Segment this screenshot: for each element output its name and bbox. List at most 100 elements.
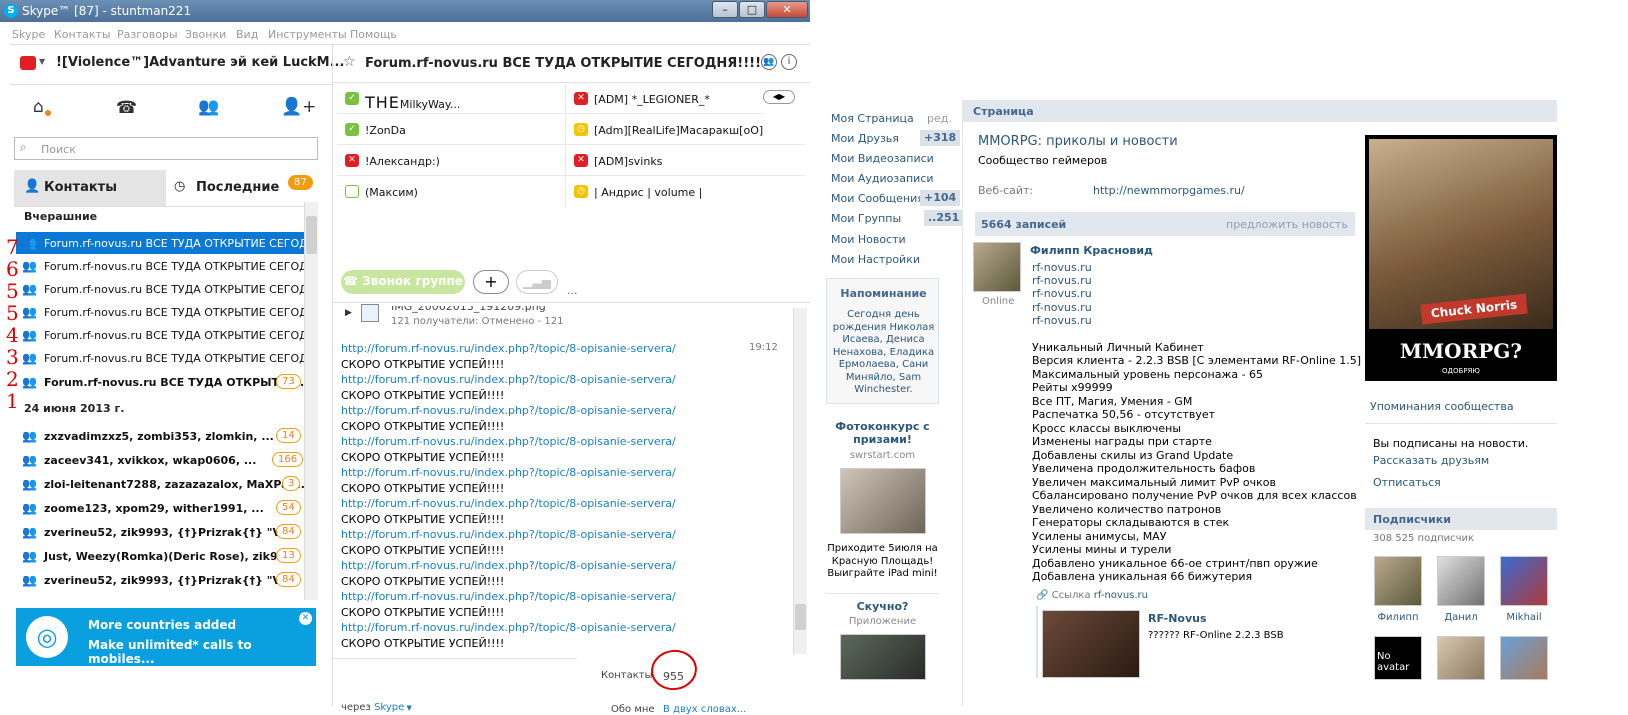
list-item[interactable]: 👥 zloi-leitenant7288, zazazazalox, MaXPar… — [16, 472, 304, 496]
list-item[interactable]: 👥 Forum.rf-novus.ru ВСЕ ТУДА ОТКРЫТИЕ СЕГ… — [16, 232, 304, 254]
vk-mentions-link[interactable]: Упоминания сообщества — [1370, 400, 1514, 413]
vk-post-link[interactable]: rf-novus.ru — [1032, 274, 1092, 287]
list-item[interactable]: 👥 Forum.rf-novus.ru ВСЕ ТУДА ОТКРЫТИЕ СЕГ… — [16, 324, 304, 346]
more-icon[interactable]: ... — [567, 284, 578, 297]
message-link[interactable]: http://forum.rf-novus.ru/index.php?/topi… — [341, 497, 676, 510]
vk-subscriber-avatar[interactable] — [1374, 556, 1422, 606]
vk-subscriber-avatar[interactable]: No avatar — [1374, 636, 1422, 680]
minimize-button[interactable]: – — [712, 1, 738, 18]
participant[interactable]: (Максим) — [337, 177, 565, 207]
list-item[interactable]: 👥 Forum.rf-novus.ru ВСЕ ТУДА ОТКРЫТИЕ... — [16, 371, 304, 393]
vk-menu-videos[interactable]: Мои Видеозаписи — [831, 152, 934, 165]
list-item[interactable]: 👥 zverineu52, zik9993, {†}Prizrak{†} "VL.… — [16, 568, 304, 592]
vk-menu-friends[interactable]: Мои Друзья — [831, 132, 899, 145]
list-item[interactable]: 👥 Just, Weezy(Romka)(Deric Rose), zik99..… — [16, 544, 304, 568]
vk-suggest-link[interactable]: предложить новость — [1226, 218, 1348, 231]
vk-group-poster[interactable]: Chuck Norris MMORPG? ОДОБРЯЮ — [1365, 135, 1557, 381]
close-icon[interactable]: ✕ — [299, 612, 312, 625]
vk-contest-image[interactable] — [840, 468, 926, 534]
vk-website-link[interactable]: http://newmmorpgames.ru/ — [1093, 184, 1245, 197]
vk-menu-news[interactable]: Мои Новости — [831, 233, 906, 246]
message-link[interactable]: http://forum.rf-novus.ru/index.php?/topi… — [341, 404, 676, 417]
tab-contacts[interactable]: 👤 Контакты — [14, 170, 166, 206]
vk-subscriber-name[interactable]: Данил — [1437, 612, 1485, 623]
vk-subscriber-avatar[interactable] — [1437, 636, 1485, 680]
participant[interactable]: ◷ [Adm][RealLife]Масаракш[oO] — [565, 115, 805, 145]
search-input[interactable]: Поиск — [14, 137, 318, 160]
vk-subscriber-name[interactable]: Mikhail — [1500, 612, 1548, 623]
status-icon[interactable] — [20, 56, 36, 70]
list-item[interactable]: 👥 Forum.rf-novus.ru ВСЕ ТУДА ОТКРЫТИЕ СЕГ… — [16, 255, 304, 277]
add-participant-button[interactable]: + — [473, 270, 509, 294]
vk-menu-messages[interactable]: Мои Сообщения — [831, 192, 924, 205]
message-link[interactable]: http://forum.rf-novus.ru/index.php?/topi… — [341, 621, 676, 634]
vk-reminder-text[interactable]: Сегодня день рождения Николая Исаева, Дени… — [827, 309, 940, 397]
vk-share-title[interactable]: RF-Novus — [1148, 612, 1207, 625]
maximize-button[interactable]: □ — [739, 1, 765, 18]
home-icon[interactable]: ⌂ — [33, 97, 44, 117]
vk-post-link[interactable]: rf-novus.ru — [1032, 314, 1092, 327]
vk-edit-link[interactable]: ред. — [927, 112, 952, 125]
participants-icon[interactable]: 👥 — [761, 54, 777, 70]
expand-icon[interactable]: ▶ — [345, 308, 352, 318]
group-call-button[interactable]: ☎ Звонок группе — [341, 270, 465, 294]
participant[interactable]: ✓ THEMilkyWay... — [337, 84, 565, 114]
scrollbar-thumb[interactable] — [795, 604, 806, 630]
message-link[interactable]: http://forum.rf-novus.ru/index.php?/topi… — [341, 373, 676, 386]
participant[interactable]: ◷ | Андрис | volume | — [565, 177, 805, 207]
menu-calls[interactable]: Звонки — [185, 28, 226, 41]
vk-tell-friends-link[interactable]: Рассказать друзьям — [1373, 454, 1489, 467]
promo-banner[interactable]: ◎ More countries added Make unlimited* c… — [16, 608, 316, 666]
message-link[interactable]: http://forum.rf-novus.ru/index.php?/topi… — [341, 435, 676, 448]
vk-share-image[interactable] — [1042, 610, 1140, 678]
list-item[interactable]: 👥 zoome123, xpom29, wither1991, ... — [16, 496, 304, 520]
contacts-scrollbar[interactable] — [304, 202, 318, 600]
vk-app-image[interactable] — [840, 634, 926, 680]
vk-subscriber-avatar[interactable] — [1437, 556, 1485, 606]
menu-conversations[interactable]: Разговоры — [117, 28, 178, 41]
group-contacts-icon[interactable]: 👥 — [198, 97, 219, 117]
message-link[interactable]: http://forum.rf-novus.ru/index.php?/topi… — [341, 590, 676, 603]
status-dropdown-icon[interactable]: ▼ — [39, 57, 45, 66]
vk-post-author[interactable]: Филипп Красновид — [1030, 244, 1153, 257]
message-link[interactable]: http://forum.rf-novus.ru/index.php?/topi… — [341, 559, 676, 572]
profile-name[interactable]: ![Violence™]Advanture эй кей LuckM... — [56, 55, 344, 70]
menu-help[interactable]: Помощь — [350, 28, 397, 41]
message-link[interactable]: http://forum.rf-novus.ru/index.php?/topi… — [341, 342, 676, 355]
participant[interactable]: ✕ !Александр:) — [337, 146, 565, 176]
menu-skype[interactable]: Skype — [12, 28, 45, 41]
info-icon[interactable]: i — [781, 54, 797, 70]
list-item[interactable]: 👥 Forum.rf-novus.ru ВСЕ ТУДА ОТКРЫТИЕ СЕГ… — [16, 347, 304, 369]
scrollbar-thumb[interactable] — [306, 216, 317, 254]
via-skype-link[interactable]: Skype — [374, 702, 404, 713]
vk-post-link[interactable]: rf-novus.ru — [1032, 301, 1092, 314]
vk-ref-link[interactable]: rf-novus.ru — [1094, 590, 1148, 601]
vk-author-avatar[interactable] — [973, 242, 1021, 292]
vk-menu-audio[interactable]: Мои Аудиозаписи — [831, 172, 934, 185]
vk-contest-title[interactable]: Фотоконкурс с призами! — [826, 420, 939, 446]
message-link[interactable]: http://forum.rf-novus.ru/index.php?/topi… — [341, 466, 676, 479]
vk-menu-my-page[interactable]: Моя Страница — [831, 112, 914, 125]
vk-subscriber-avatar[interactable] — [1500, 636, 1548, 680]
vk-boring-title[interactable]: Скучно? — [826, 600, 939, 613]
menu-tools[interactable]: Инструменты — [268, 28, 347, 41]
list-item[interactable]: 👥 zaceev341, xvikkox, wkap0606, ... — [16, 448, 304, 472]
close-button[interactable]: ✕ — [766, 1, 808, 18]
vk-subscriber-avatar[interactable] — [1500, 556, 1548, 606]
list-item[interactable]: 👥 Forum.rf-novus.ru ВСЕ ТУДА ОТКРЫТИЕ СЕГ… — [16, 278, 304, 300]
vk-post-link[interactable]: rf-novus.ru — [1032, 261, 1092, 274]
participant[interactable]: ✕ [ADM] *_LEGIONER_* — [565, 84, 765, 114]
participant[interactable]: ✕ [ADM]svinks — [565, 146, 805, 176]
participant[interactable]: ✓ !ZonDa — [337, 115, 565, 145]
participants-pager[interactable]: ◀▶ — [763, 90, 795, 104]
vk-post-link[interactable]: rf-novus.ru — [1032, 287, 1092, 300]
vk-subscriber-name[interactable]: Филипп — [1374, 612, 1422, 623]
vk-unsubscribe-link[interactable]: Отписаться — [1373, 476, 1441, 489]
star-icon[interactable]: ☆ — [343, 54, 356, 70]
call-phone-icon[interactable]: ☎ — [116, 98, 137, 118]
message-link[interactable]: http://forum.rf-novus.ru/index.php?/topi… — [341, 528, 676, 541]
vk-menu-groups[interactable]: Мои Группы — [831, 212, 901, 225]
list-item[interactable]: 👥 Forum.rf-novus.ru ВСЕ ТУДА ОТКРЫТИЕ СЕГ… — [16, 301, 304, 323]
menu-contacts[interactable]: Контакты — [54, 28, 111, 41]
list-item[interactable]: 👥 zxzvadimzxz5, zombi353, zlomkin, ... — [16, 424, 304, 448]
